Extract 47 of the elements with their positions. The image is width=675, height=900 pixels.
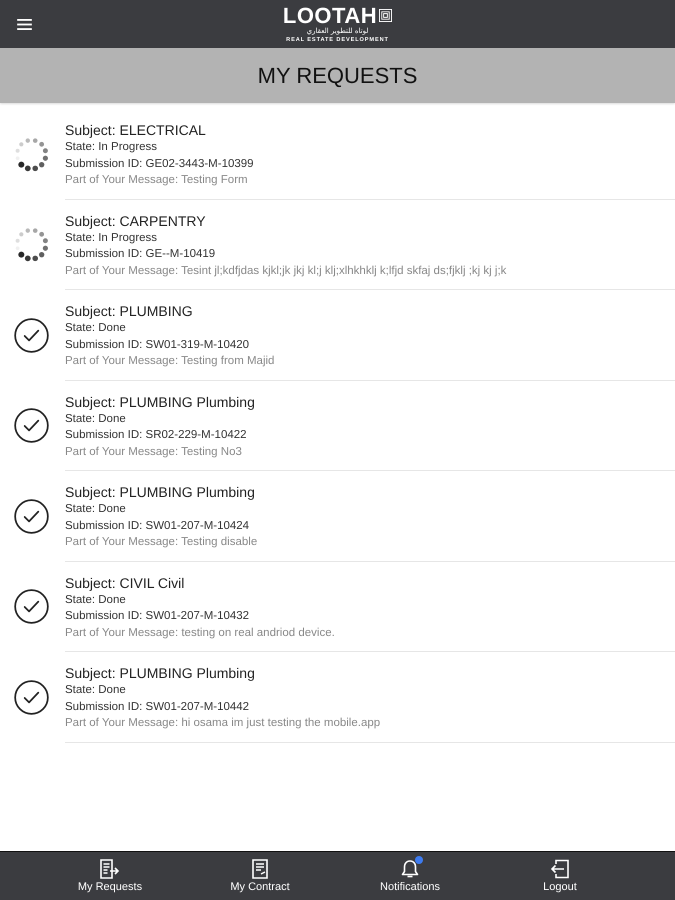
nav-tab[interactable]: My Contract: [185, 852, 335, 900]
nav-tab[interactable]: My Requests: [35, 852, 185, 900]
submission-id: Submission ID: SW01-207-M-10432: [65, 609, 250, 624]
submission-id: Submission ID: SR02-229-M-10422: [65, 428, 248, 443]
check-circle-icon: [14, 589, 49, 624]
page-title: MY REQUESTS: [258, 62, 418, 88]
logo-wordmark: LOOTAH: [282, 4, 378, 26]
message-preview: Part of Your Message: Testing Form: [65, 173, 249, 188]
message-preview: Part of Your Message: Testing from Majid: [65, 354, 276, 369]
submission-id: Submission ID: GE--M-10419: [65, 247, 216, 262]
request-state: State: Done: [65, 321, 127, 336]
loading-spinner-icon: [14, 136, 49, 172]
request-subject: Subject: PLUMBING: [65, 303, 194, 320]
request-state: State: Done: [65, 683, 127, 698]
request-state: State: In Progress: [65, 230, 158, 246]
logo-mark-icon: [379, 9, 392, 22]
loading-spinner-icon: [14, 227, 49, 262]
message-preview: Part of Your Message: hi osama im just testing the mobile.app: [65, 716, 382, 731]
nav-tab[interactable]: Notifications: [335, 852, 485, 900]
submission-id: Submission ID: SW01-207-M-10442: [65, 700, 250, 714]
request-subject: Subject: PLUMBING Plumbing: [65, 665, 256, 682]
document-arrow-icon: [99, 859, 121, 879]
request-state: State: Done: [65, 502, 127, 517]
check-circle-icon: [14, 408, 49, 444]
check-circle-icon: [14, 498, 49, 534]
menu-icon[interactable]: [17, 19, 32, 30]
request-subject: Subject: PLUMBING Plumbing: [65, 394, 256, 410]
message-preview: Part of Your Message: Testing disable: [65, 535, 258, 550]
submission-id: Submission ID: SW01-207-M-10424: [65, 518, 250, 534]
request-state: State: Done: [65, 592, 127, 608]
document-icon: [249, 859, 271, 879]
request-subject: Subject: CARPENTRY: [65, 212, 207, 230]
bell-icon: [399, 859, 421, 879]
message-preview: Part of Your Message: Tesint jl;kdfjdas kjkl;jk jkj kl;j klj;xlhkhklj k;lfjd skfaj ds;fjklj ;kj kj j;k: [65, 264, 508, 278]
request-subject: Subject: ELECTRICAL: [65, 122, 207, 139]
request-state: State: In Progress: [65, 140, 158, 155]
message-preview: Part of Your Message: Testing No3: [65, 444, 243, 460]
request-subject: Subject: CIVIL Civil: [65, 574, 186, 592]
submission-id: Submission ID: SW01-319-M-10420: [65, 338, 250, 352]
request-subject: Subject: PLUMBING Plumbing: [65, 484, 256, 501]
request-state: State: Done: [65, 412, 127, 426]
check-circle-icon: [14, 680, 49, 715]
logout-icon: [549, 859, 571, 879]
message-preview: Part of Your Message: testing on real andriod device.: [65, 626, 336, 640]
check-circle-icon: [14, 318, 49, 353]
submission-id: Submission ID: GE02-3443-M-10399: [65, 156, 255, 172]
nav-tab[interactable]: Logout: [485, 852, 635, 900]
